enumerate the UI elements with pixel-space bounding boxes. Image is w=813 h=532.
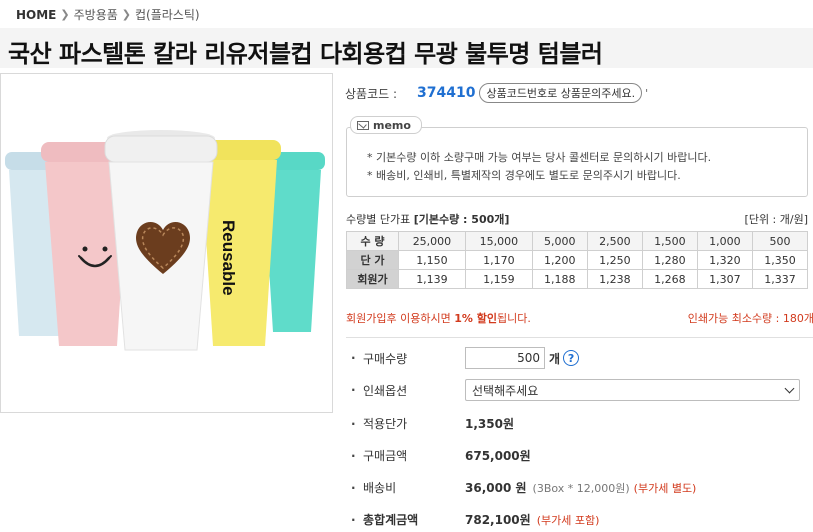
table-cell: 500: [751, 231, 809, 251]
row-header: 수 량: [346, 231, 399, 251]
amount-value: 675,000원: [465, 449, 531, 463]
product-code-row: 상품코드 : 374410 상품코드번호로 상품문의주세요. ': [345, 83, 648, 103]
product-code-value: 374410: [417, 85, 476, 101]
help-icon[interactable]: ?: [563, 350, 580, 366]
quantity-label: 구매수량: [363, 351, 408, 366]
bullet: ·: [351, 351, 356, 365]
price-table: 수 량 25,000 15,000 5,000 2,500 1,500 1,00…: [346, 231, 809, 289]
table-row-unit-price: 단 가 1,150 1,170 1,200 1,250 1,280 1,320 …: [346, 250, 809, 270]
memo-line: * 배송비, 인쇄비, 특별제작의 경우에도 별도로 문의주시기 바랍니다.: [367, 169, 681, 182]
bullet: ·: [351, 512, 356, 527]
table-cell: 1,280: [641, 250, 698, 270]
reusable-print-text: Reusable: [219, 220, 238, 296]
memo-icon: [357, 120, 369, 130]
table-cell: 1,238: [586, 269, 643, 289]
print-option-selected: 선택해주세요: [472, 383, 539, 398]
shipping-row: · 배송비 36,000 원 (3Box * 12,000원) (부가세 별도): [351, 479, 696, 496]
price-table-unit: [단위 : 개/원]: [744, 213, 808, 226]
table-cell: 1,337: [751, 269, 809, 289]
table-cell: 1,320: [696, 250, 753, 270]
amount-row: · 구매금액 675,000원: [351, 447, 531, 464]
price-table-title-prefix: 수량별 단가표: [346, 213, 414, 226]
table-row-member-price: 회원가 1,139 1,159 1,188 1,238 1,268 1,307 …: [346, 269, 809, 289]
quantity-input[interactable]: 500: [465, 347, 545, 369]
memo-tab: memo: [350, 116, 422, 134]
table-cell: 1,188: [531, 269, 588, 289]
table-cell: 2,500: [586, 231, 643, 251]
min-print-quantity: 인쇄가능 최소수량 : 180개: [687, 312, 813, 325]
table-cell: 1,307: [696, 269, 753, 289]
bullet: ·: [351, 480, 356, 495]
print-option-row: · 인쇄옵션 선택해주세요: [351, 379, 800, 401]
shipping-detail: (3Box * 12,000원): [532, 481, 630, 495]
product-inquiry-button[interactable]: 상품코드번호로 상품문의주세요.: [479, 83, 643, 103]
memo-lines: * 기본수량 이하 소량구매 가능 여부는 당사 콜센터로 문의하시기 바랍니다…: [367, 149, 711, 185]
table-cell: 1,250: [586, 250, 643, 270]
member-discount-notice: 회원가입후 이용하시면 1% 할인됩니다.: [346, 310, 531, 326]
breadcrumb-item-kitchen[interactable]: 주방용품: [74, 6, 118, 23]
row-header: 회원가: [346, 269, 399, 289]
bullet: ·: [351, 416, 356, 431]
table-cell: 15,000: [464, 231, 533, 251]
member-notice-prefix: 회원가입후 이용하시면: [346, 312, 455, 325]
code-tick-mark: ': [645, 86, 649, 100]
breadcrumb-home[interactable]: HOME: [16, 8, 56, 22]
total-row: · 총합계금액 782,100원 (부가세 포함): [351, 511, 599, 528]
print-option-select[interactable]: 선택해주세요: [465, 379, 800, 401]
total-value: 782,100원: [465, 513, 531, 527]
table-cell: 1,150: [398, 250, 466, 270]
notice-row: 회원가입후 이용하시면 1% 할인됩니다. 인쇄가능 최소수량 : 180개: [346, 310, 813, 326]
shipping-value: 36,000 원: [465, 481, 527, 495]
total-vat-note: (부가세 포함): [536, 513, 600, 527]
table-cell: 1,500: [641, 231, 698, 251]
order-quantity-row: · 구매수량 500 개 ?: [351, 347, 580, 369]
product-code-label: 상품코드 :: [345, 86, 398, 101]
table-cell: 25,000: [398, 231, 466, 251]
total-label: 총합계금액: [363, 513, 419, 527]
chevron-down-icon: [784, 383, 795, 393]
quantity-unit: 개: [549, 351, 561, 366]
table-cell: 1,170: [464, 250, 533, 270]
bullet: ·: [351, 448, 356, 463]
memo-tab-label: memo: [373, 118, 411, 132]
chevron-right-icon: ❯: [60, 8, 70, 21]
amount-label: 구매금액: [363, 449, 408, 463]
table-cell: 1,350: [751, 250, 809, 270]
table-cell: 1,159: [464, 269, 533, 289]
print-option-label: 인쇄옵션: [363, 383, 408, 398]
shipping-vat-note: (부가세 별도): [633, 481, 697, 495]
shipping-label: 배송비: [363, 481, 397, 495]
price-table-title: 수량별 단가표 [기본수량 : 500개]: [346, 211, 509, 227]
table-cell: 1,268: [641, 269, 698, 289]
unit-price-value: 1,350원: [465, 417, 514, 431]
table-cell: 5,000: [531, 231, 588, 251]
table-cell: 1,000: [696, 231, 753, 251]
table-cell: 1,200: [531, 250, 588, 270]
product-image[interactable]: Reusable: [0, 73, 333, 413]
table-cell: 1,139: [398, 269, 466, 289]
member-notice-suffix: 됩니다.: [496, 312, 531, 325]
breadcrumb-item-cup[interactable]: 컵(플라스틱): [135, 6, 200, 23]
price-table-caption: 수량별 단가표 [기본수량 : 500개] [단위 : 개/원]: [346, 211, 808, 227]
member-discount-rate: 1% 할인: [454, 312, 497, 325]
breadcrumb: HOME ❯ 주방용품 ❯ 컵(플라스틱): [16, 6, 200, 23]
base-quantity-label: [기본수량 : 500개]: [413, 213, 510, 226]
bullet: ·: [351, 383, 356, 397]
unit-price-row: · 적용단가 1,350원: [351, 415, 514, 432]
table-row-quantity: 수 량 25,000 15,000 5,000 2,500 1,500 1,00…: [346, 231, 809, 251]
memo-box: memo * 기본수량 이하 소량구매 가능 여부는 당사 콜센터로 문의하시기…: [346, 116, 808, 197]
memo-line: * 기본수량 이하 소량구매 가능 여부는 당사 콜센터로 문의하시기 바랍니다…: [367, 151, 712, 164]
white-cup: [104, 130, 218, 351]
row-header: 단 가: [346, 250, 399, 270]
chevron-right-icon: ❯: [121, 8, 131, 21]
unit-price-label: 적용단가: [363, 417, 408, 431]
divider: [346, 337, 813, 338]
product-photo-illustration: Reusable: [5, 130, 325, 351]
page-title: 국산 파스텔톤 칼라 리유저블컵 다회용컵 무광 불투명 텀블러: [8, 40, 603, 68]
